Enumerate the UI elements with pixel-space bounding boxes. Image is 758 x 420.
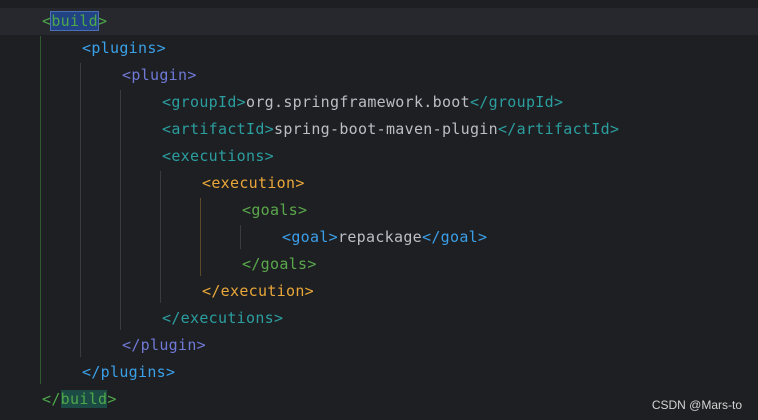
tag-bracket: </ [82,363,101,381]
code-line[interactable]: </build> [0,386,758,413]
tag-name: build [50,11,99,31]
code-line[interactable]: </executions> [0,305,758,332]
tag-bracket: > [264,147,274,165]
tag-name: plugin [131,66,188,84]
code-line[interactable]: <artifactId>spring-boot-maven-plugin</ar… [0,116,758,143]
tag-bracket: > [295,174,305,192]
tag-bracket: < [202,174,212,192]
code-line[interactable]: <execution> [0,170,758,197]
tag-name: executions [180,309,274,327]
code-line[interactable]: </plugin> [0,332,758,359]
tag-bracket: < [282,228,292,246]
tag-bracket: > [478,228,488,246]
tag-name: goals [251,201,298,219]
tag-bracket: </ [42,390,61,408]
tag-bracket: > [196,336,207,354]
tag-name: executions [171,147,265,165]
element-text: org.springframework.boot [246,93,470,111]
tag-bracket: </ [469,93,489,111]
tag-name: execution [220,282,305,300]
tag-name: execution [211,174,296,192]
code-line[interactable]: <plugin> [0,62,758,89]
tag-bracket: > [273,309,284,327]
tag-name: build [60,390,108,408]
tag-name: groupId [171,93,237,111]
code-line[interactable]: <plugins> [0,35,758,62]
tag-bracket: </ [122,336,141,354]
code-line[interactable]: </goals> [0,251,758,278]
tag-bracket: < [82,39,92,57]
code-line[interactable]: <goal>repackage</goal> [0,224,758,251]
closing-tag-name: goal [440,228,478,246]
tag-name: goal [291,228,329,246]
tag-name: plugin [140,336,197,354]
tag-bracket: > [553,93,564,111]
element-text: repackage [338,228,422,246]
element-text: spring-boot-maven-plugin [274,120,498,138]
code-line[interactable]: </execution> [0,278,758,305]
closing-tag-name: groupId [488,93,554,111]
code-line[interactable]: <groupId>org.springframework.boot</group… [0,89,758,116]
tag-name: plugins [100,363,166,381]
tag-bracket: > [609,120,620,138]
code-line[interactable]: <goals> [0,197,758,224]
closing-tag-name: artifactId [516,120,610,138]
tag-bracket: </ [202,282,221,300]
tag-bracket: > [328,228,339,246]
tag-bracket: </ [162,309,181,327]
tag-bracket: </ [497,120,517,138]
tag-name: artifactId [171,120,265,138]
code-editor[interactable]: <build> <plugins> <plugin> <groupId>org.spr… [0,0,758,420]
tag-bracket: </ [422,228,441,246]
tag-bracket: </ [242,255,261,273]
tag-bracket: > [236,93,247,111]
code-line[interactable]: <executions> [0,143,758,170]
tag-bracket: < [42,12,52,30]
tag-bracket: < [162,147,172,165]
tag-bracket: < [162,93,172,111]
tag-name: plugins [91,39,157,57]
tag-bracket: > [264,120,274,138]
tag-name: goals [260,255,308,273]
code-line[interactable]: <build> [0,8,758,35]
tag-bracket: < [122,66,132,84]
tag-bracket: > [98,12,108,30]
watermark: CSDN @Mars-to [651,398,742,412]
tag-bracket: > [298,201,308,219]
tag-bracket: > [187,66,197,84]
tag-bracket: < [242,201,252,219]
tag-bracket: < [162,120,172,138]
tag-bracket: > [107,390,117,408]
tag-bracket: > [304,282,314,300]
code-line[interactable]: </plugins> [0,359,758,386]
tag-bracket: > [156,39,167,57]
tag-bracket: > [166,363,176,381]
tag-bracket: > [307,255,317,273]
